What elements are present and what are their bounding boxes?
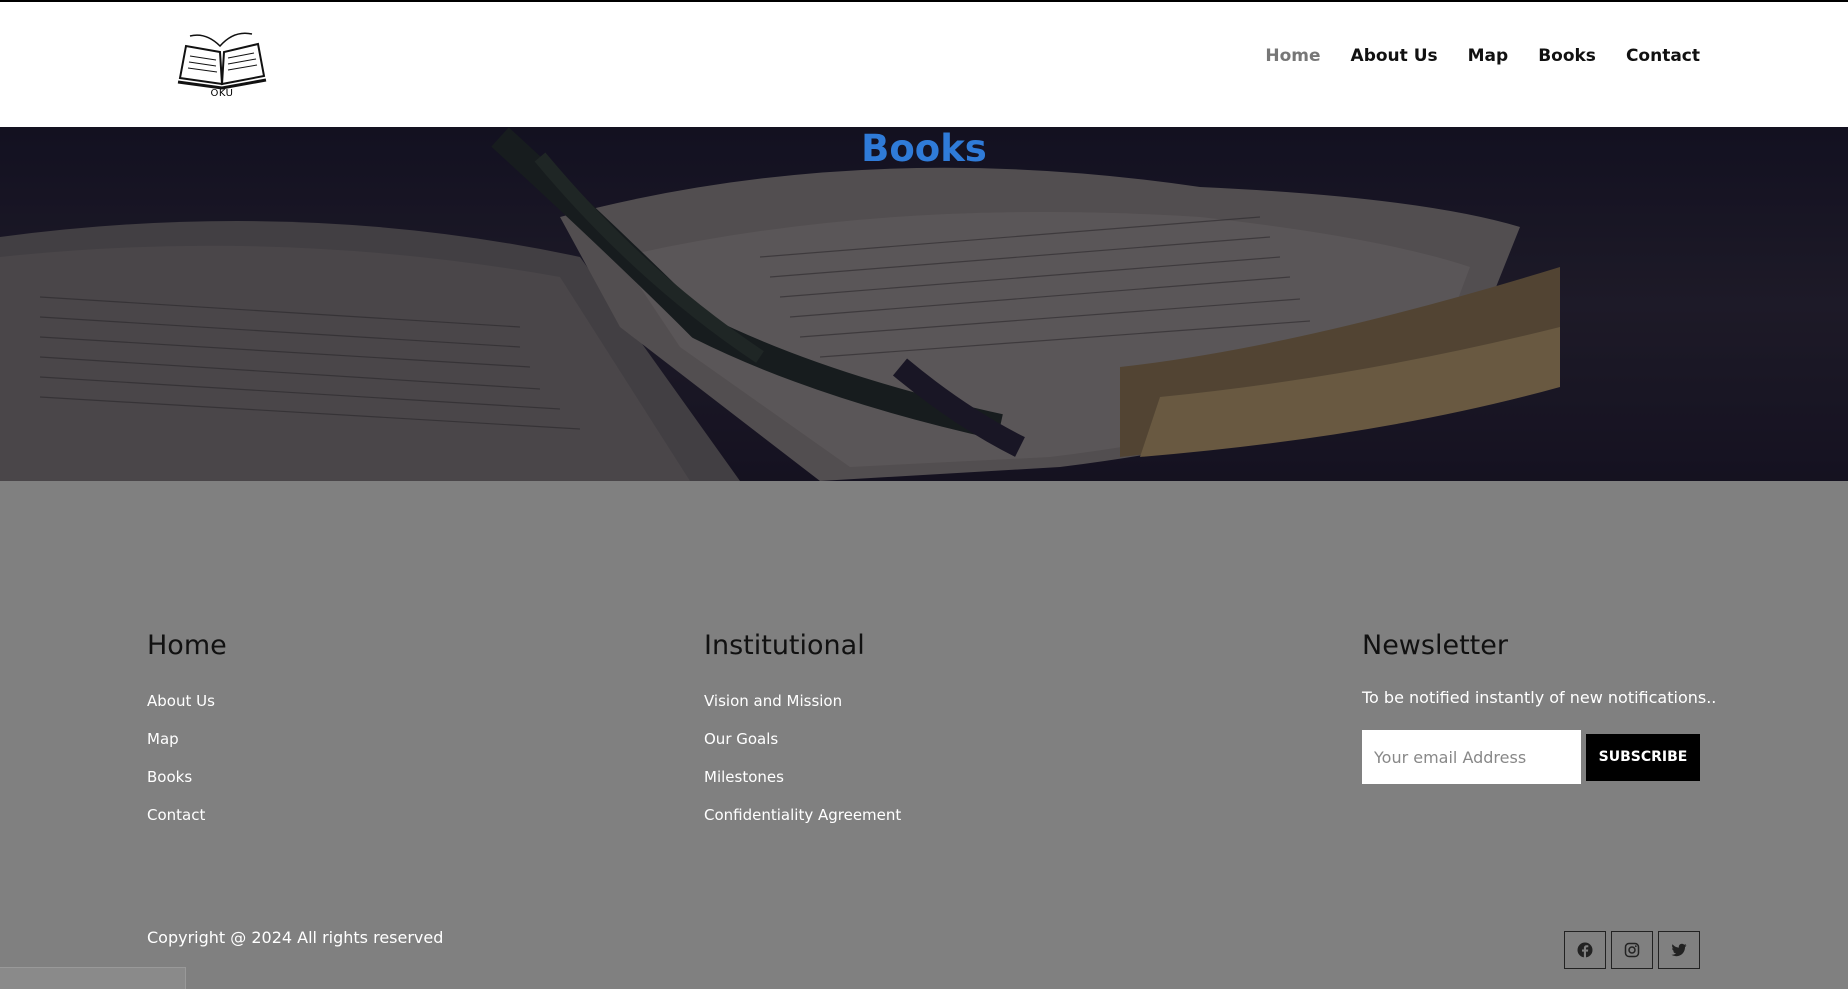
- email-input[interactable]: [1362, 730, 1581, 784]
- footer-home-title: Home: [147, 630, 227, 661]
- newsletter-form: SUBSCRIBE: [1362, 730, 1716, 784]
- nav-books[interactable]: Books: [1538, 46, 1596, 66]
- twitter-icon: [1671, 943, 1687, 957]
- nav-about-us[interactable]: About Us: [1351, 46, 1438, 66]
- twitter-button[interactable]: [1658, 931, 1700, 969]
- footer-link-our-goals[interactable]: Our Goals: [704, 730, 778, 748]
- footer-link-about-us[interactable]: About Us: [147, 692, 215, 710]
- footer-institutional-column: Institutional Vision and Mission Our Goa…: [704, 630, 901, 843]
- hero-banner: Books: [0, 127, 1848, 481]
- hero-title: Books: [861, 127, 987, 170]
- facebook-icon: [1577, 942, 1593, 958]
- nav-contact[interactable]: Contact: [1626, 46, 1700, 66]
- nav-map[interactable]: Map: [1468, 46, 1509, 66]
- footer-home-column: Home About Us Map Books Contact: [147, 630, 227, 843]
- copyright-text: Copyright @ 2024 All rights reserved: [147, 928, 444, 947]
- instagram-icon: [1624, 942, 1640, 958]
- footer-link-books[interactable]: Books: [147, 768, 192, 786]
- browser-status-bar: [0, 967, 186, 989]
- footer-institutional-title: Institutional: [704, 630, 865, 661]
- footer-link-confidentiality[interactable]: Confidentiality Agreement: [704, 806, 901, 824]
- footer-newsletter-column: Newsletter To be notified instantly of n…: [1362, 630, 1716, 784]
- main-nav: Home About Us Map Books Contact: [1265, 46, 1700, 66]
- logo-text: OKU: [210, 88, 234, 99]
- footer-link-milestones[interactable]: Milestones: [704, 768, 784, 786]
- footer-link-contact[interactable]: Contact: [147, 806, 205, 824]
- footer-link-vision-mission[interactable]: Vision and Mission: [704, 692, 842, 710]
- newsletter-description: To be notified instantly of new notifica…: [1362, 688, 1717, 707]
- site-header: OKU Home About Us Map Books Contact: [0, 2, 1848, 127]
- facebook-button[interactable]: [1564, 931, 1606, 969]
- social-links: [1564, 931, 1700, 969]
- nav-home[interactable]: Home: [1265, 46, 1320, 66]
- subscribe-button[interactable]: SUBSCRIBE: [1586, 733, 1700, 781]
- footer-link-map[interactable]: Map: [147, 730, 179, 748]
- open-book-background-image: [0, 127, 1848, 481]
- instagram-button[interactable]: [1611, 931, 1653, 969]
- footer-newsletter-title: Newsletter: [1362, 630, 1508, 661]
